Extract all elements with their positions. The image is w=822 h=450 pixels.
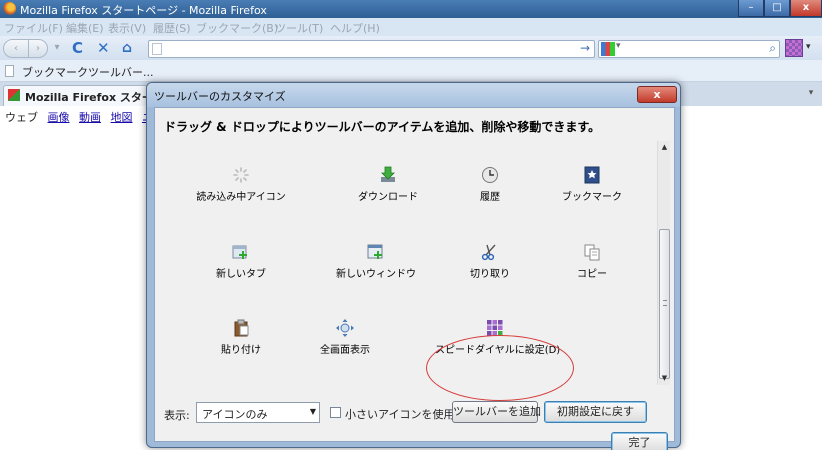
cut-icon	[481, 243, 499, 261]
forward-button[interactable]: ›	[28, 39, 48, 58]
add-toolbar-button[interactable]: ツールバーを追加	[452, 401, 541, 423]
scroll-up-icon[interactable]: ▲	[658, 141, 671, 154]
palette-item-label: 新しいウィンドウ	[336, 269, 416, 280]
copy-icon	[583, 243, 601, 261]
scroll-down-icon[interactable]: ▼	[658, 372, 671, 385]
dialog-title: ツールバーのカスタマイズ	[154, 90, 286, 103]
throbber-icon	[232, 166, 250, 184]
reload-icon[interactable]: C	[72, 39, 83, 57]
palette-item-copy[interactable]: コピー	[532, 243, 652, 280]
palette-item-bookmarks[interactable]: ブックマーク	[532, 166, 652, 203]
firefox-logo-icon	[3, 2, 16, 15]
show-mode-select[interactable]: アイコンのみ ▼	[196, 402, 320, 423]
palette-item-fullscreen[interactable]: 全画面表示	[285, 319, 405, 356]
menu-edit[interactable]: 編集(E)	[66, 20, 104, 36]
link-maps[interactable]: 地図	[111, 111, 133, 124]
new-window-icon	[367, 243, 385, 261]
paste-icon	[232, 319, 250, 337]
window-titlebar: Mozilla Firefox スタートページ - Mozilla Firefo…	[0, 0, 822, 18]
bookmarks-toolbar: ブックマークツールバー...	[0, 60, 822, 82]
fullscreen-icon	[336, 319, 354, 337]
history-icon	[481, 166, 499, 184]
palette-item-throbber[interactable]: 読み込み中アイコン	[181, 166, 301, 203]
engine-dropdown-icon[interactable]: ▾	[616, 41, 621, 51]
navigation-toolbar: ‹ › ▾ C ✕ ⌂ → ▾ ⌕ ▾	[0, 36, 822, 60]
download-icon	[379, 166, 397, 184]
small-icons-label: 小さいアイコンを使用	[345, 408, 455, 421]
chevron-down-icon: ▼	[309, 407, 316, 416]
dialog-close-button[interactable]: x	[637, 86, 677, 103]
palette-item-label: ブックマーク	[562, 192, 622, 203]
speed-dial-dropdown-icon[interactable]: ▾	[806, 42, 811, 52]
search-icon[interactable]: ⌕	[769, 41, 776, 56]
palette-item-label: 新しいタブ	[216, 269, 266, 280]
bookmark-page-icon	[5, 65, 14, 77]
palette-scrollbar[interactable]: ▲ ▼	[657, 141, 670, 385]
minimize-button[interactable]: –	[738, 0, 764, 17]
speed-dial-icon	[486, 319, 504, 337]
dialog-instructions: ドラッグ & ドロップによりツールバーのアイテムを追加、削除や移動できます。	[164, 120, 601, 134]
toolbar-item-palette: 読み込み中アイコン ダウンロード 履歴 ブックマーク 新しいタブ 新しいウィンド…	[160, 141, 660, 401]
small-icons-checkbox[interactable]	[330, 407, 341, 418]
new-tab-icon	[232, 243, 250, 261]
close-window-button[interactable]: x	[790, 0, 822, 17]
palette-item-speed-dial[interactable]: スピードダイヤルに設定(D)	[435, 319, 561, 356]
customize-toolbar-dialog: ツールバーのカスタマイズ x ドラッグ & ドロップによりツールバーのアイテムを…	[146, 82, 681, 450]
dialog-titlebar: ツールバーのカスタマイズ x	[147, 83, 680, 107]
page-icon	[152, 43, 162, 55]
stop-icon[interactable]: ✕	[97, 39, 110, 57]
palette-item-label: 貼り付け	[221, 345, 261, 356]
palette-item-new-tab[interactable]: 新しいタブ	[181, 243, 301, 280]
menu-view[interactable]: 表示(V)	[108, 20, 146, 36]
menu-file[interactable]: ファイル(F)	[4, 20, 63, 36]
palette-item-new-window[interactable]: 新しいウィンドウ	[316, 243, 436, 280]
dialog-body: ドラッグ & ドロップによりツールバーのアイテムを追加、削除や移動できます。 読…	[154, 107, 675, 450]
palette-item-label: コピー	[577, 269, 607, 280]
search-engine-icon[interactable]	[601, 42, 615, 56]
palette-item-label: スピードダイヤルに設定(D)	[435, 345, 561, 356]
link-images[interactable]: 画像	[48, 111, 70, 124]
menu-help[interactable]: ヘルプ(H)	[330, 20, 380, 36]
window-title: Mozilla Firefox スタートページ - Mozilla Firefo…	[20, 4, 267, 17]
home-icon[interactable]: ⌂	[122, 39, 132, 57]
search-input[interactable]: ▾ ⌕	[598, 40, 780, 58]
scroll-grip	[663, 300, 667, 306]
palette-item-label: 読み込み中アイコン	[196, 192, 286, 203]
history-dropdown-icon[interactable]: ▾	[50, 39, 64, 58]
back-button[interactable]: ‹	[3, 39, 29, 58]
bookmarks-toolbar-item[interactable]: ブックマークツールバー...	[22, 64, 154, 80]
tab-favicon-icon	[8, 89, 20, 101]
url-input[interactable]: →	[148, 40, 595, 58]
show-mode-value: アイコンのみ	[202, 408, 268, 421]
menu-history[interactable]: 履歴(S)	[153, 20, 191, 36]
menubar: ファイル(F) 編集(E) 表示(V) 履歴(S) ブックマーク(B) ツール(…	[0, 18, 822, 36]
link-video[interactable]: 動画	[79, 111, 101, 124]
speed-dial-toolbar-icon[interactable]	[785, 39, 803, 57]
tab-list-icon[interactable]: ▾	[804, 88, 818, 102]
maximize-button[interactable]: □	[764, 0, 790, 17]
show-label: 表示:	[164, 409, 190, 422]
go-arrow-icon[interactable]: →	[580, 41, 590, 55]
palette-item-paste[interactable]: 貼り付け	[181, 319, 301, 356]
link-web[interactable]: ウェブ	[5, 111, 38, 124]
menu-tools[interactable]: ツール(T)	[275, 20, 323, 36]
bookmark-icon	[583, 166, 601, 184]
restore-defaults-button[interactable]: 初期設定に戻す	[544, 401, 647, 423]
tab-start-page[interactable]: Mozilla Firefox スタートペ	[3, 85, 175, 106]
palette-item-label: 全画面表示	[320, 345, 370, 356]
done-button[interactable]: 完了	[611, 432, 668, 450]
menu-bookmarks[interactable]: ブックマーク(B)	[196, 20, 278, 36]
scroll-thumb[interactable]	[659, 229, 670, 379]
